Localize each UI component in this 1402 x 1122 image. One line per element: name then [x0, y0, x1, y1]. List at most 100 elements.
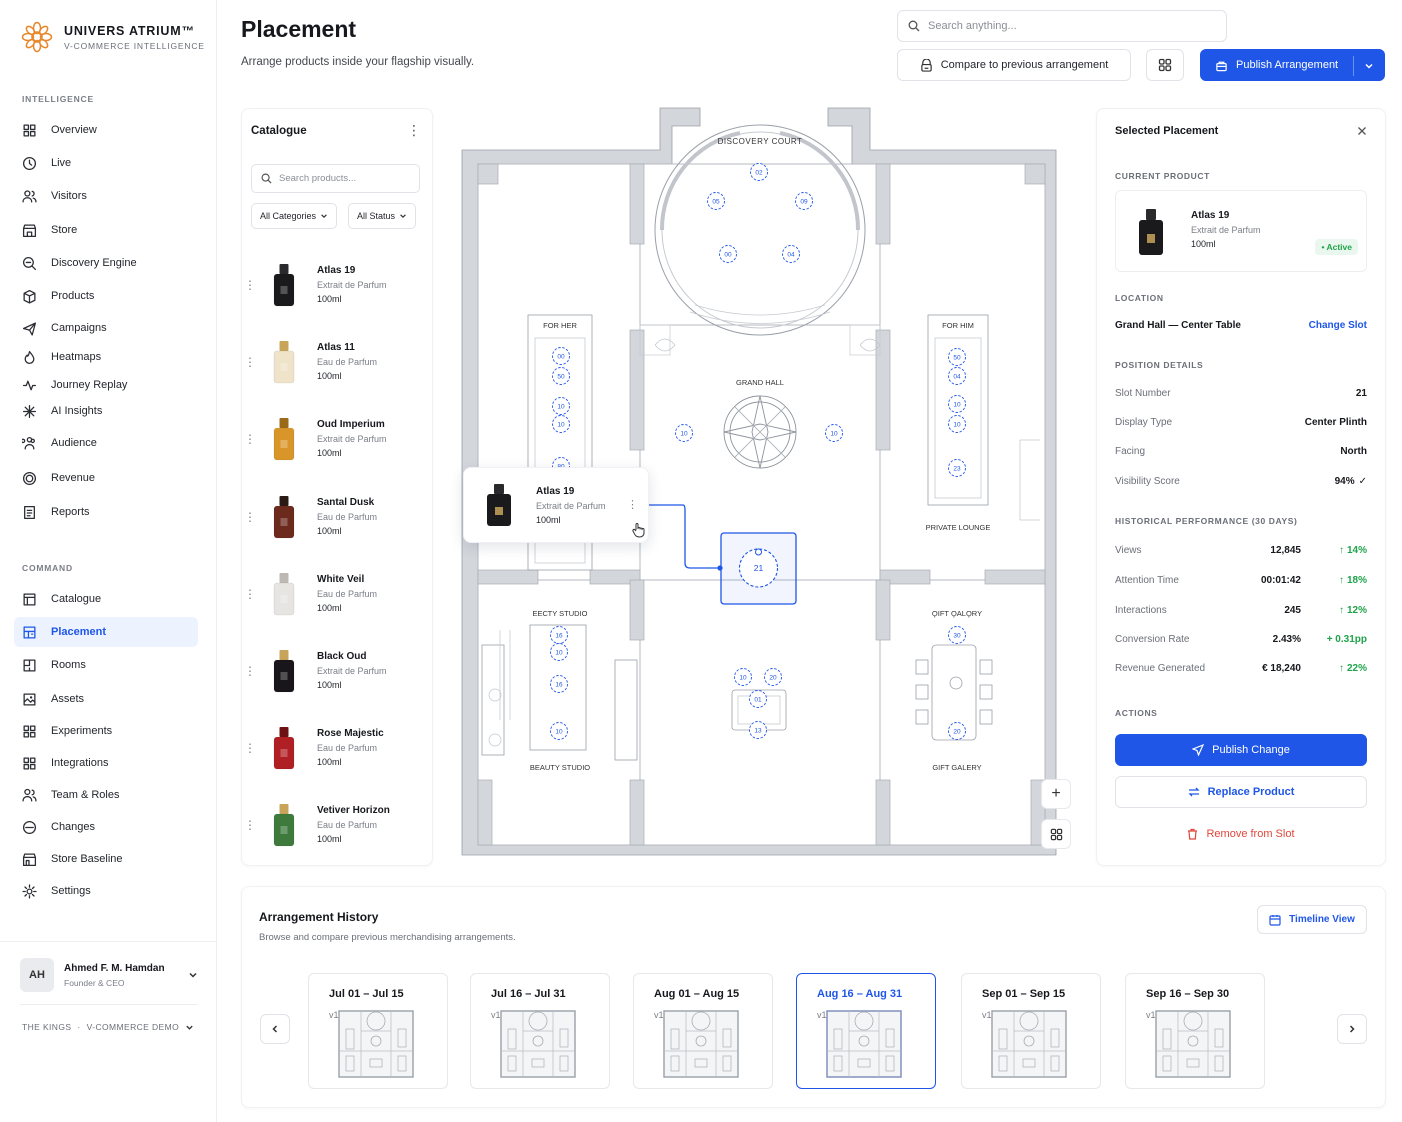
map-slot[interactable]: 10	[550, 643, 568, 661]
sidebar-item-audience[interactable]: Audience	[14, 428, 198, 458]
sidebar-item-store-baseline[interactable]: Store Baseline	[14, 844, 198, 874]
arrangement-version-card[interactable]: Sep 16 – Sep 30v1.17	[1125, 973, 1265, 1089]
map-slot[interactable]: 10	[675, 424, 693, 442]
product-list-item[interactable]: ⋮ Atlas 19 Extrait de Parfum 100ml	[241, 246, 433, 323]
arrangement-version-card[interactable]: Sep 01 – Sep 15v1.16	[961, 973, 1101, 1089]
map-slot[interactable]: 10	[734, 668, 752, 686]
sidebar-item-placement[interactable]: Placement	[14, 617, 198, 647]
sidebar-item-store[interactable]: Store	[14, 215, 198, 245]
sidebar-item-integrations[interactable]: Integrations	[14, 748, 198, 778]
sidebar-item-rooms[interactable]: Rooms	[14, 650, 198, 680]
history-prev-button[interactable]	[260, 1014, 290, 1044]
map-slot[interactable]: 10	[552, 397, 570, 415]
sidebar-item-products[interactable]: Products	[14, 281, 198, 311]
version-date-range: Sep 16 – Sep 30	[1146, 988, 1230, 1000]
map-slot[interactable]: 00	[552, 347, 570, 365]
drag-handle-icon[interactable]: ⋮	[241, 432, 259, 446]
sidebar-item-changes[interactable]: Changes	[14, 812, 198, 842]
map-slot[interactable]: 23	[948, 459, 966, 477]
arrangement-version-card[interactable]: Jul 01 – Jul 15v1.12	[308, 973, 448, 1089]
map-slot[interactable]: 10	[552, 415, 570, 433]
map-slot[interactable]: 30	[948, 626, 966, 644]
fit-view-button[interactable]	[1041, 819, 1071, 849]
map-slot[interactable]: 10	[825, 424, 843, 442]
version-date-range: Sep 01 – Sep 15	[982, 988, 1066, 1000]
timeline-view-button[interactable]: Timeline View	[1257, 905, 1367, 934]
sidebar-item-overview[interactable]: Overview	[14, 115, 198, 145]
sidebar-item-live[interactable]: Live	[14, 148, 198, 178]
map-slot[interactable]: 20	[764, 668, 782, 686]
product-list-item[interactable]: ⋮ Oud Imperium Extrait de Parfum 100ml	[241, 400, 433, 477]
map-slot[interactable]: 13	[749, 721, 767, 739]
sidebar-item-campaigns[interactable]: Campaigns	[14, 313, 198, 343]
sidebar-item-discovery-engine[interactable]: Discovery Engine	[14, 248, 198, 278]
history-next-button[interactable]	[1337, 1014, 1367, 1044]
change-slot-link[interactable]: Change Slot	[1300, 320, 1367, 331]
drag-handle-icon[interactable]: ⋮	[241, 278, 259, 292]
current-product-card[interactable]: Atlas 19 Extrait de Parfum 100ml • Activ…	[1115, 190, 1367, 272]
drag-card-more-icon[interactable]: ⋮	[627, 498, 638, 511]
sidebar-item-settings[interactable]: Settings	[14, 876, 198, 906]
replace-product-button[interactable]: Replace Product	[1115, 776, 1367, 808]
compare-button[interactable]: Compare to previous arrangement	[897, 49, 1131, 81]
drag-handle-icon[interactable]: ⋮	[241, 587, 259, 601]
map-slot[interactable]: 00	[719, 245, 737, 263]
arrangement-version-card[interactable]: Jul 16 – Jul 31v1.13	[470, 973, 610, 1089]
sidebar-item-assets[interactable]: Assets	[14, 684, 198, 714]
chevron-down-icon[interactable]	[1364, 61, 1374, 71]
close-icon[interactable]	[1357, 126, 1367, 136]
map-slot[interactable]: 16	[550, 675, 568, 693]
product-list-item[interactable]: ⋮ Rose Majestic Eau de Parfum 100ml	[241, 709, 433, 786]
map-slot[interactable]: 10	[948, 415, 966, 433]
drag-handle-icon[interactable]: ⋮	[241, 818, 259, 832]
sidebar-item-team-and-roles[interactable]: Team & Roles	[14, 780, 198, 810]
brand[interactable]: UNIVERS ATRIUM™ V-COMMERCE INTELLIGENCE	[20, 20, 205, 54]
map-slot[interactable]: 04	[782, 245, 800, 263]
map-slot[interactable]: 50	[948, 348, 966, 366]
product-search-input[interactable]: Search products...	[251, 164, 420, 193]
map-slot[interactable]: 09	[795, 192, 813, 210]
remove-from-slot-button[interactable]: Remove from Slot	[1115, 818, 1367, 850]
map-slot[interactable]: 10	[948, 395, 966, 413]
product-list-item[interactable]: ⋮ Santal Dusk Eau de Parfum 100ml	[241, 478, 433, 555]
drag-handle-icon[interactable]: ⋮	[241, 510, 259, 524]
publish-arrangement-button[interactable]: Publish Arrangement	[1200, 49, 1385, 81]
category-filter[interactable]: All Categories	[251, 203, 338, 229]
sidebar-item-experiments[interactable]: Experiments	[14, 716, 198, 746]
zone-label-discovery: DISCOVERY COURT	[718, 137, 803, 146]
status-filter[interactable]: All Status	[348, 203, 417, 229]
product-list-item[interactable]: ⋮ Atlas 11 Eau de Parfum 100ml	[241, 323, 433, 400]
map-slot[interactable]: 20	[948, 722, 966, 740]
sidebar-item-heatmaps[interactable]: Heatmaps	[14, 342, 198, 372]
drag-product-card[interactable]: Atlas 19 Extrait de Parfum 100ml ⋮	[463, 467, 649, 543]
map-slot[interactable]: 50	[552, 367, 570, 385]
sidebar-item-visitors[interactable]: Visitors	[14, 181, 198, 211]
sidebar-item-ai-insights[interactable]: AI Insights	[14, 396, 198, 426]
sidebar-item-revenue[interactable]: Revenue	[14, 463, 198, 493]
sidebar-item-reports[interactable]: Reports	[14, 497, 198, 527]
drag-handle-icon[interactable]: ⋮	[241, 355, 259, 369]
global-search-input[interactable]: Search anything...	[897, 10, 1227, 42]
current-product-label: CURRENT PRODUCT	[1115, 171, 1210, 181]
grid-view-button[interactable]	[1146, 49, 1184, 81]
sidebar-item-catalogue[interactable]: Catalogue	[14, 584, 198, 614]
arrangement-version-card[interactable]: Aug 01 – Aug 15v1.15	[633, 973, 773, 1089]
product-list-item[interactable]: ⋮ Black Oud Extrait de Parfum 100ml	[241, 632, 433, 709]
publish-change-button[interactable]: Publish Change	[1115, 734, 1367, 766]
user-menu[interactable]: AH Ahmed F. M. Hamdan Founder & CEO	[20, 957, 198, 993]
org-switcher[interactable]: THE KINGS · V-COMMERCE DEMO	[22, 1022, 194, 1032]
zoom-in-button[interactable]: +	[1041, 779, 1071, 809]
catalogue-more-icon[interactable]: ⋮	[407, 122, 421, 139]
product-list-item[interactable]: ⋮ White Veil Eau de Parfum 100ml	[241, 555, 433, 632]
map-slot[interactable]: 16	[550, 626, 568, 644]
map-slot[interactable]: 05	[707, 192, 725, 210]
map-slot[interactable]: 04	[948, 367, 966, 385]
product-list-item[interactable]: ⋮ Vetiver Horizon Eau de Parfum 100ml	[241, 786, 433, 863]
drag-handle-icon[interactable]: ⋮	[241, 741, 259, 755]
map-slot[interactable]: 01	[749, 690, 767, 708]
arrangement-version-card[interactable]: Aug 16 – Aug 31v1.15	[796, 973, 936, 1089]
map-slot[interactable]: 02	[750, 163, 768, 181]
map-slot[interactable]: 10	[550, 722, 568, 740]
product-name: Atlas 19	[317, 265, 356, 276]
drag-handle-icon[interactable]: ⋮	[241, 664, 259, 678]
